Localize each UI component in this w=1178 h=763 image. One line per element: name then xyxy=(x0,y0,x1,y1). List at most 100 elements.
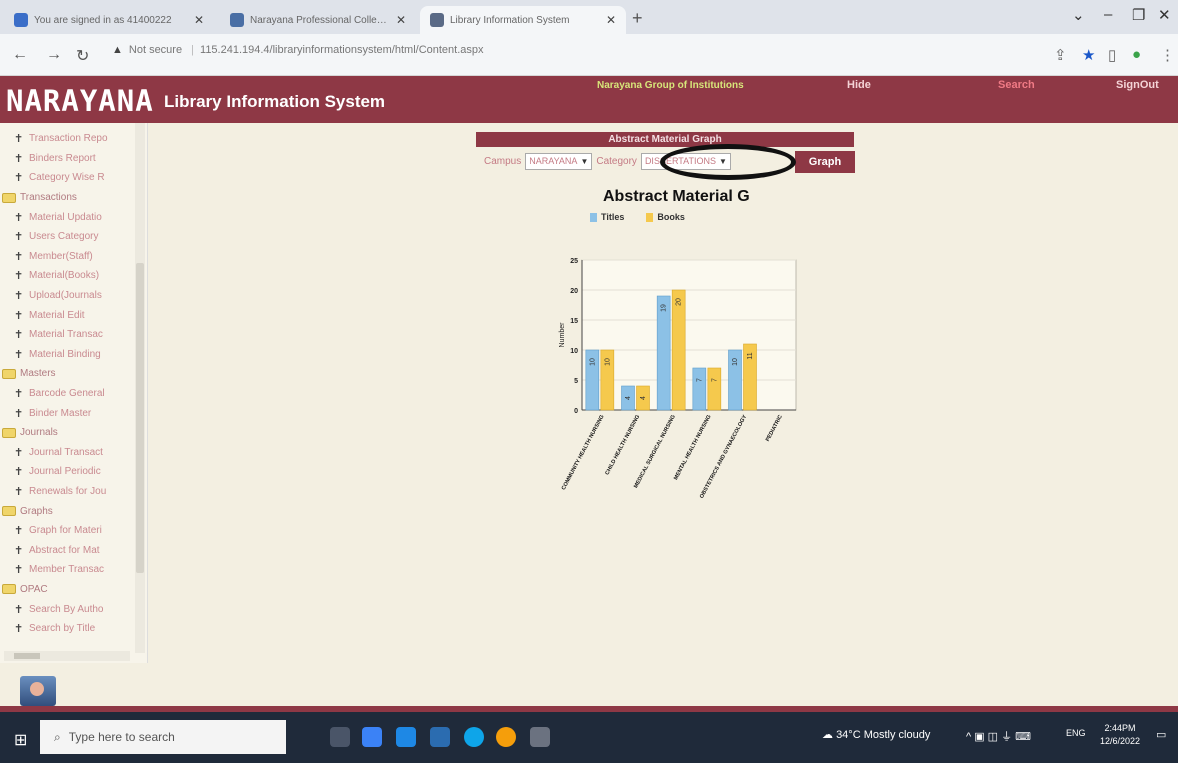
bar-chart: 0 5 10 15 20 25 Number 10 10 COMMUNITY HEALTH NUR… xyxy=(559,258,797,500)
sidebar-item[interactable]: ✝ Barcode General xyxy=(0,384,134,404)
bookmark-star-icon[interactable]: ★ xyxy=(1082,46,1095,64)
sidebar-item[interactable]: ✝ Category Wise R xyxy=(0,168,134,188)
pin-icon: ✝ xyxy=(14,250,24,263)
panel-heading: Abstract Material Graph xyxy=(476,132,854,147)
sidebar-item-label: Material Binding xyxy=(29,348,101,360)
sidebar-item[interactable]: ✝ Member Transac xyxy=(0,560,134,580)
folder-icon xyxy=(2,506,16,517)
sidebar-item[interactable]: ✝ Member(Staff) xyxy=(0,247,134,267)
weather-widget[interactable]: ☁ 34°C Mostly cloudy xyxy=(822,728,930,741)
edge-browser-icon[interactable] xyxy=(396,727,416,747)
profile-icon[interactable]: ● xyxy=(1132,46,1141,63)
sidebar-item-label: Binder Master xyxy=(29,407,92,419)
sidebar-item[interactable]: ✝ Binders Report xyxy=(0,149,134,169)
menu-kebab-icon[interactable]: ⋮ xyxy=(1160,46,1175,64)
edge-new-icon[interactable] xyxy=(464,727,484,747)
back-arrow-icon[interactable]: ← xyxy=(12,46,28,64)
search-link[interactable]: Search xyxy=(998,79,1035,91)
sidebar-item-label: Material Updatio xyxy=(29,211,102,223)
close-tab-icon[interactable]: ✕ xyxy=(606,13,616,27)
browser-tab-active[interactable]: Library Information System ✕ xyxy=(420,6,626,34)
pin-icon: ✝ xyxy=(14,446,24,459)
notification-icon[interactable]: ▭ xyxy=(1156,728,1166,741)
sidebar-item[interactable]: ✝ Renewals for Jou xyxy=(0,482,134,502)
app-icon[interactable] xyxy=(530,727,550,747)
sidebar-item[interactable]: ✝ Binder Master xyxy=(0,403,134,423)
sidebar-item[interactable]: ✝ Material Edit xyxy=(0,305,134,325)
language-indicator[interactable]: ENG xyxy=(1066,728,1086,738)
bar-titles xyxy=(656,295,671,411)
share-icon[interactable]: ⇪ xyxy=(1054,46,1067,64)
bar-books xyxy=(707,367,722,411)
minimize-icon[interactable]: – xyxy=(1104,6,1112,23)
warning-icon: ▲ xyxy=(112,44,123,56)
taskbar-clock[interactable]: 2:44PM 12/6/2022 xyxy=(1100,722,1140,748)
sidebar-folder[interactable]: Transactions xyxy=(0,188,134,208)
pin-icon: ✝ xyxy=(14,172,24,185)
sidebar-item[interactable]: ✝ Abstract for Mat xyxy=(0,540,134,560)
pin-icon: ✝ xyxy=(14,270,24,283)
taskbar-search-box[interactable]: ⌕ Type here to search xyxy=(40,720,286,754)
sidebar-folder[interactable]: OPAC xyxy=(0,580,134,600)
sidebar-item[interactable]: ✝ Material Transac xyxy=(0,325,134,345)
widgets-icon[interactable] xyxy=(362,727,382,747)
pin-icon: ✝ xyxy=(14,525,24,538)
campus-select[interactable]: NARAYANA ▼ xyxy=(525,152,593,170)
pin-icon: ✝ xyxy=(14,407,24,420)
sidebar-item[interactable]: ✝ Transaction Repo xyxy=(0,129,134,149)
tab-search-icon[interactable]: ⌄ xyxy=(1072,6,1085,24)
sidebar-item-label: Binders Report xyxy=(29,152,96,164)
hide-link[interactable]: Hide xyxy=(847,79,871,91)
sidebar-item[interactable]: ✝ Search by Title xyxy=(0,619,134,639)
maximize-icon[interactable]: ❐ xyxy=(1132,6,1145,24)
store-icon[interactable] xyxy=(430,727,450,747)
sidebar-item-label: OPAC xyxy=(20,583,48,595)
url-field[interactable]: ▲ Not secure | 115.241.194.4/libraryinform… xyxy=(112,44,484,56)
x-tick-label: MEDICAL SURGICAL NURSING xyxy=(633,414,677,489)
close-tab-icon[interactable]: ✕ xyxy=(194,13,204,27)
sidebar-item-label: Search by Title xyxy=(29,623,96,635)
bar-data-label: 19 xyxy=(661,304,668,312)
new-tab-button[interactable]: + xyxy=(632,8,643,29)
campus-label: Campus xyxy=(484,155,522,167)
windows-start-icon[interactable]: ⊞ xyxy=(14,730,27,750)
browser-tab-bar: You are signed in as 41400222 ✕ Narayana… xyxy=(0,0,1178,34)
category-label: Category xyxy=(596,155,637,167)
chrome-icon[interactable] xyxy=(496,727,516,747)
sidebar-scroll-thumb[interactable] xyxy=(136,263,144,573)
sidebar-item-label: Renewals for Jou xyxy=(29,485,107,497)
sidebar-hscroll-thumb[interactable] xyxy=(14,653,40,659)
sidebar-item[interactable]: ✝ Upload(Journals xyxy=(0,286,134,306)
pin-icon: ✝ xyxy=(14,152,24,165)
bar-data-label: 4 xyxy=(625,396,632,400)
reload-icon[interactable]: ↻ xyxy=(76,46,89,66)
graph-button[interactable]: Graph xyxy=(795,151,855,173)
bar-titles xyxy=(692,367,707,411)
sidebar-item[interactable]: ✝ Journal Transact xyxy=(0,443,134,463)
system-tray-icons[interactable]: ^ ▣ ◫ ⏚ ⌨ xyxy=(966,728,1031,744)
close-tab-icon[interactable]: ✕ xyxy=(396,13,406,27)
sidebar-item[interactable]: ✝ Users Category xyxy=(0,227,134,247)
sidebar-item-label: Search By Autho xyxy=(29,603,104,615)
sidebar-item[interactable]: ✝ Graph for Materi xyxy=(0,521,134,541)
sidebar-item-label: Category Wise R xyxy=(29,172,105,184)
sidepanel-icon[interactable]: ▯ xyxy=(1108,46,1116,64)
sidebar-item[interactable]: ✝ Material(Books) xyxy=(0,266,134,286)
window-close-icon[interactable]: ✕ xyxy=(1158,6,1171,24)
sidebar-folder[interactable]: Masters xyxy=(0,364,134,384)
browser-tab[interactable]: You are signed in as 41400222 ✕ xyxy=(4,6,214,34)
highlight-circle xyxy=(660,144,796,180)
sidebar-folder[interactable]: Graphs xyxy=(0,501,134,521)
signout-link[interactable]: SignOut xyxy=(1116,79,1159,91)
task-view-icon[interactable] xyxy=(330,727,350,747)
sidebar-item[interactable]: ✝ Search By Autho xyxy=(0,599,134,619)
pin-icon: ✝ xyxy=(14,329,24,342)
sidebar-item[interactable]: ✝ Journal Periodic xyxy=(0,462,134,482)
sidebar-folder[interactable]: Journals xyxy=(0,423,134,443)
browser-tab[interactable]: Narayana Professional Colleges ✕ xyxy=(220,6,416,34)
forward-arrow-icon[interactable]: → xyxy=(46,46,62,64)
bar-data-label: 11 xyxy=(747,352,754,359)
sidebar-item[interactable]: ✝ Material Updatio xyxy=(0,207,134,227)
sidebar-item[interactable]: ✝ Material Binding xyxy=(0,345,134,365)
pin-icon: ✝ xyxy=(14,466,24,479)
